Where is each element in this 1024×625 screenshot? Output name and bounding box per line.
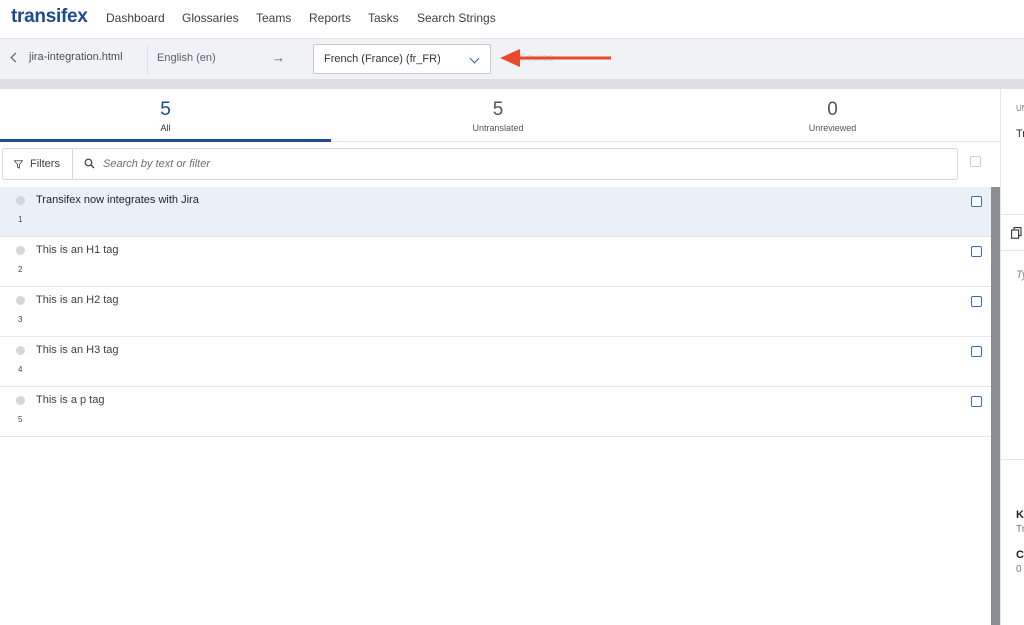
string-text: This is an H1 tag bbox=[36, 244, 119, 256]
search-icon bbox=[84, 158, 95, 169]
tab-unreviewed[interactable]: 0 Unreviewed bbox=[665, 89, 1000, 142]
string-text: This is an H3 tag bbox=[36, 344, 119, 356]
copy-icon[interactable] bbox=[1011, 227, 1022, 239]
funnel-icon bbox=[14, 159, 23, 169]
panel-divider-line bbox=[1001, 250, 1024, 251]
chevron-down-icon bbox=[469, 53, 480, 64]
filters-label: Filters bbox=[30, 158, 60, 170]
nav-search-strings[interactable]: Search Strings bbox=[417, 11, 496, 25]
toolbar-divider bbox=[147, 46, 148, 74]
panel-key-value: Tr bbox=[1016, 524, 1024, 535]
panel-translation-placeholder[interactable]: Ty bbox=[1016, 269, 1024, 281]
tab-all[interactable]: 5 All bbox=[0, 89, 331, 142]
status-dot-icon bbox=[16, 196, 25, 205]
tab-untranslated-count: 5 bbox=[492, 99, 504, 120]
string-text: This is a p tag bbox=[36, 394, 105, 406]
row-checkbox[interactable] bbox=[971, 296, 982, 307]
panel-divider-line bbox=[1001, 214, 1024, 215]
top-navigation: transifex Dashboard Glossaries Teams Rep… bbox=[0, 0, 1024, 38]
nav-glossaries[interactable]: Glossaries bbox=[182, 11, 239, 25]
tab-untranslated-label: Untranslated bbox=[472, 123, 524, 133]
string-row[interactable]: This is a p tag 5 bbox=[0, 387, 991, 437]
status-dot-icon bbox=[16, 296, 25, 305]
tab-all-label: All bbox=[160, 123, 171, 133]
arrow-right-icon: → bbox=[272, 50, 285, 65]
nav-reports[interactable]: Reports bbox=[309, 11, 351, 25]
string-row[interactable]: This is an H3 tag 4 bbox=[0, 337, 991, 387]
row-checkbox[interactable] bbox=[971, 346, 982, 357]
string-row[interactable]: This is an H2 tag 3 bbox=[0, 287, 991, 337]
target-language-value: French (France) (fr_FR) bbox=[324, 53, 441, 65]
transifex-logo[interactable]: transifex bbox=[11, 6, 88, 28]
nav-dashboard[interactable]: Dashboard bbox=[106, 11, 165, 25]
filter-bar: Filters bbox=[0, 147, 1000, 183]
panel-status-label: UN bbox=[1016, 104, 1024, 113]
target-language-select[interactable]: French (France) (fr_FR) bbox=[313, 44, 491, 74]
string-row[interactable]: Transifex now integrates with Jira 1 bbox=[0, 187, 991, 237]
select-all-checkbox[interactable] bbox=[970, 156, 981, 167]
toolbar-shadow-strip bbox=[0, 79, 1024, 89]
panel-divider-line bbox=[1001, 459, 1024, 460]
row-checkbox[interactable] bbox=[971, 246, 982, 257]
string-status-tabs: 5 All 5 Untranslated 0 Unreviewed bbox=[0, 89, 1000, 142]
source-language: English (en) bbox=[157, 52, 216, 64]
string-index: 4 bbox=[18, 365, 23, 374]
row-checkbox[interactable] bbox=[971, 396, 982, 407]
annotation-arrow-icon bbox=[500, 49, 611, 67]
file-name: jira-integration.html bbox=[29, 51, 123, 63]
search-input[interactable] bbox=[103, 154, 943, 174]
nav-tasks[interactable]: Tasks bbox=[368, 11, 399, 25]
tab-all-count: 5 bbox=[160, 99, 171, 120]
string-text: This is an H2 tag bbox=[36, 294, 119, 306]
tab-untranslated[interactable]: 5 Untranslated bbox=[331, 89, 665, 142]
list-scrollbar[interactable] bbox=[991, 187, 1000, 625]
string-index: 3 bbox=[18, 315, 23, 324]
string-text: Transifex now integrates with Jira bbox=[36, 194, 199, 206]
string-index: 2 bbox=[18, 265, 23, 274]
tab-unreviewed-label: Unreviewed bbox=[808, 123, 857, 133]
nav-teams[interactable]: Teams bbox=[256, 11, 291, 25]
chevron-left-icon bbox=[10, 52, 21, 62]
panel-comments-count: 0 bbox=[1016, 564, 1022, 575]
back-to-file-link[interactable]: jira-integration.html bbox=[10, 51, 123, 63]
string-index: 5 bbox=[18, 415, 23, 424]
string-row[interactable]: This is an H1 tag 2 bbox=[0, 237, 991, 287]
row-checkbox[interactable] bbox=[971, 196, 982, 207]
panel-source-text: Tr bbox=[1016, 128, 1024, 140]
status-dot-icon bbox=[16, 396, 25, 405]
status-dot-icon bbox=[16, 246, 25, 255]
panel-comments-heading: Co bbox=[1016, 549, 1024, 561]
string-details-panel: UN Tr Ty Ke Tr Co 0 bbox=[1001, 89, 1024, 625]
status-dot-icon bbox=[16, 346, 25, 355]
panel-key-heading: Ke bbox=[1016, 509, 1024, 521]
filter-search-box: Filters bbox=[2, 148, 958, 180]
filters-button[interactable]: Filters bbox=[3, 149, 73, 179]
string-list: Transifex now integrates with Jira 1 Thi… bbox=[0, 187, 991, 437]
active-tab-indicator bbox=[0, 139, 331, 142]
tab-unreviewed-count: 0 bbox=[827, 99, 838, 120]
string-index: 1 bbox=[18, 215, 23, 224]
